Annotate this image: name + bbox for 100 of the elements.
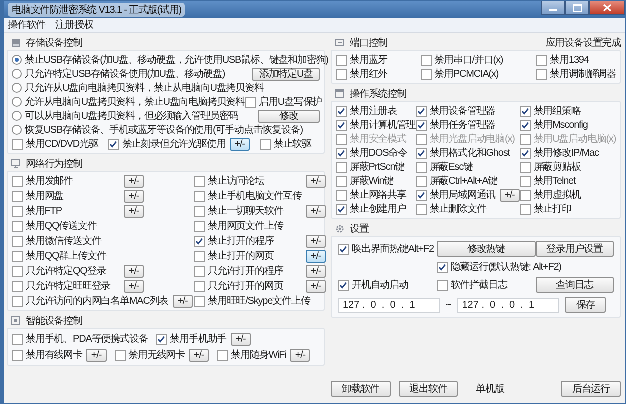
edit-list-button[interactable]: +/- xyxy=(290,348,310,362)
checkbox[interactable]: 只允许打开的网页 xyxy=(194,279,302,293)
save-button[interactable]: 保存 xyxy=(565,297,606,313)
checkbox[interactable]: 禁用DOS命令 xyxy=(336,146,408,160)
checkbox[interactable]: 禁止刻录但允许光驱使用 xyxy=(108,137,226,151)
checkbox[interactable]: 禁用CD/DVD光驱 xyxy=(12,137,98,151)
checkbox[interactable]: 禁用蓝牙 xyxy=(336,53,388,67)
checkbox[interactable]: 禁用随身WiFi xyxy=(217,348,286,362)
checkbox[interactable]: 禁用虚拟机 xyxy=(520,188,581,202)
checkbox[interactable]: 禁用无线网卡 xyxy=(114,348,185,362)
checkbox[interactable]: 禁用手机助手 xyxy=(156,332,227,346)
maximize-button[interactable] xyxy=(565,1,589,15)
checkbox[interactable]: 禁用调制解调器 xyxy=(536,67,616,81)
action-button[interactable]: 查询日志 xyxy=(536,277,614,293)
edit-list-button[interactable]: +/- xyxy=(86,348,107,362)
radio-option[interactable]: 恢复USB存储设备、手机或蓝牙等设备的使用(可手动点击恢复设备) xyxy=(12,123,304,137)
checkbox[interactable]: 禁用局域网通讯 xyxy=(416,188,496,202)
action-button[interactable]: 卸载软件 xyxy=(331,381,391,397)
edit-list-button[interactable]: +/- xyxy=(306,174,326,188)
checkbox[interactable]: 禁用修改IP/Mac xyxy=(520,146,599,160)
edit-list-button[interactable]: +/- xyxy=(306,250,326,262)
checkbox[interactable]: 禁用Telnet xyxy=(520,174,576,188)
edit-list-button[interactable]: +/- xyxy=(124,280,144,292)
checkbox[interactable]: 软件拦截日志 xyxy=(436,278,536,292)
checkbox[interactable]: 禁止创建用户 xyxy=(336,202,406,216)
checkbox[interactable]: 只允许访问的内网白名单MAC列表 xyxy=(12,294,169,308)
checkbox[interactable]: 禁止软驱 xyxy=(260,137,312,151)
edit-list-button[interactable]: +/- xyxy=(172,294,193,308)
checkbox[interactable]: 只允许特定QQ登录 xyxy=(12,264,120,278)
action-button[interactable]: 退出软件 xyxy=(398,381,458,397)
checkbox[interactable]: 屏蔽Ctrl+Alt+A键 xyxy=(416,174,498,188)
checkbox[interactable]: 禁止手机电脑文件互传 xyxy=(194,189,302,203)
edit-list-button[interactable]: +/- xyxy=(124,190,144,202)
checkbox[interactable]: 禁用有线网卡 xyxy=(12,348,82,362)
checkbox[interactable]: 禁用任务管理器 xyxy=(416,118,496,132)
close-button[interactable] xyxy=(589,1,625,15)
checkbox[interactable]: 禁用1394 xyxy=(536,53,589,67)
checkbox[interactable]: 禁用PCMCIA(x) xyxy=(420,67,499,81)
radio-option[interactable]: 只允许从U盘向电脑拷贝资料，禁止从电脑向U盘拷贝资料 xyxy=(12,81,264,95)
minimize-button[interactable] xyxy=(541,1,565,15)
edit-list-button[interactable]: +/- xyxy=(188,348,210,362)
checkbox[interactable]: 屏蔽PrtScn键 xyxy=(336,160,405,174)
checkbox[interactable]: 屏蔽剪贴板 xyxy=(520,160,581,174)
checkbox[interactable]: 隐藏运行(默认热键: Alt+F2) xyxy=(436,260,614,274)
action-button[interactable]: 登录用户设置 xyxy=(536,241,614,257)
checkbox[interactable]: 禁用FTP xyxy=(12,204,120,218)
checkbox[interactable]: 禁用Msconfig xyxy=(520,118,588,132)
edit-list-button[interactable]: +/- xyxy=(124,204,144,218)
section-title: 端口控制 xyxy=(350,36,388,50)
edit-list-button[interactable]: +/- xyxy=(306,204,326,218)
edit-list-button[interactable]: +/- xyxy=(500,188,520,202)
radio-option[interactable]: 可以从电脑向U盘拷贝资料，但必须输入管理员密码 xyxy=(12,109,238,123)
checkbox[interactable]: 禁用红外 xyxy=(336,67,388,81)
ip-field[interactable]: 127 . 0 . 0 . 1 xyxy=(338,298,440,312)
checkbox[interactable]: 禁用微信传送文件 xyxy=(12,234,120,248)
checkbox[interactable]: 开机自动启动 xyxy=(338,278,437,292)
checkbox[interactable]: 禁用注册表 xyxy=(336,104,398,118)
checkbox[interactable]: 禁用网页文件上传 xyxy=(194,219,302,233)
checkbox[interactable]: 禁止访问论坛 xyxy=(194,174,302,188)
ip-field[interactable]: 127 . 0 . 0 . 1 xyxy=(457,298,560,312)
window-title: 电脑文件防泄密系统 V13.1 - 正式版(试用) xyxy=(8,2,186,16)
edit-list-button[interactable]: +/- xyxy=(306,234,326,248)
checkbox[interactable]: 禁用旺旺/Skype文件上传 xyxy=(194,294,310,308)
edit-list-button[interactable]: +/- xyxy=(230,332,251,346)
checkbox[interactable]: 禁止删除文件 xyxy=(416,202,486,216)
checkbox[interactable]: 唤出界面热键Alt+F2 xyxy=(338,242,437,256)
checkbox[interactable]: 禁止打开的网页 xyxy=(194,249,302,263)
edit-list-button[interactable]: +/- xyxy=(306,264,326,278)
radio-option[interactable]: 禁止USB存储设备(加U盘、移动硬盘，允许使用USB鼠标、键盘和加密狗) xyxy=(12,53,328,67)
checkbox[interactable]: 禁用QQ群上传文件 xyxy=(12,249,120,263)
edit-list-button[interactable]: +/- xyxy=(306,280,326,292)
action-button[interactable]: 修改热键 xyxy=(436,241,536,257)
edit-list-button[interactable]: +/- xyxy=(124,174,144,188)
action-button[interactable]: 添加特定U盘 xyxy=(252,68,320,80)
checkbox[interactable]: 禁用手机、PDA等便携式设备 xyxy=(12,332,148,346)
checkbox[interactable]: 只允许特定旺旺登录 xyxy=(12,279,120,293)
menu-item[interactable]: 注册授权 xyxy=(56,18,94,32)
checkbox[interactable]: 禁用串口/并口(x) xyxy=(420,53,504,67)
edit-list-button[interactable]: +/- xyxy=(230,138,250,150)
checkbox[interactable]: 禁用网盘 xyxy=(12,189,120,203)
checkbox[interactable]: 禁止一切聊天软件 xyxy=(194,204,302,218)
checkbox[interactable]: 屏蔽Win键 xyxy=(336,174,394,188)
checkbox[interactable]: 禁用组策略 xyxy=(520,104,581,118)
checkbox[interactable]: 禁止打印 xyxy=(520,202,572,216)
action-button[interactable]: 后台运行 xyxy=(561,381,621,397)
checkbox[interactable]: 只允许打开的程序 xyxy=(194,264,302,278)
checkbox[interactable]: 屏蔽Esc键 xyxy=(416,160,473,174)
checkbox[interactable]: 禁用计算机管理 xyxy=(336,118,416,132)
checkbox[interactable]: 启用U盘写保护 xyxy=(245,95,322,109)
edit-list-button[interactable]: +/- xyxy=(124,264,144,278)
checkbox[interactable]: 禁用发邮件 xyxy=(12,174,120,188)
checkbox[interactable]: 禁用QQ传送文件 xyxy=(12,219,120,233)
checkbox[interactable]: 禁用格式化和Ghost xyxy=(416,146,510,160)
radio-option[interactable]: 允许从电脑向U盘拷贝资料，禁止U盘向电脑拷贝资料 xyxy=(12,95,246,109)
checkbox[interactable]: 禁止网络共享 xyxy=(336,188,406,202)
radio-option[interactable]: 只允许特定USB存储设备使用(加U盘、移动硬盘) xyxy=(12,67,226,81)
menu-item[interactable]: 操作软件 xyxy=(8,18,46,32)
checkbox[interactable]: 禁用设备管理器 xyxy=(416,104,496,118)
action-button[interactable]: 修改 xyxy=(258,110,320,122)
checkbox[interactable]: 禁止打开的程序 xyxy=(194,234,302,248)
